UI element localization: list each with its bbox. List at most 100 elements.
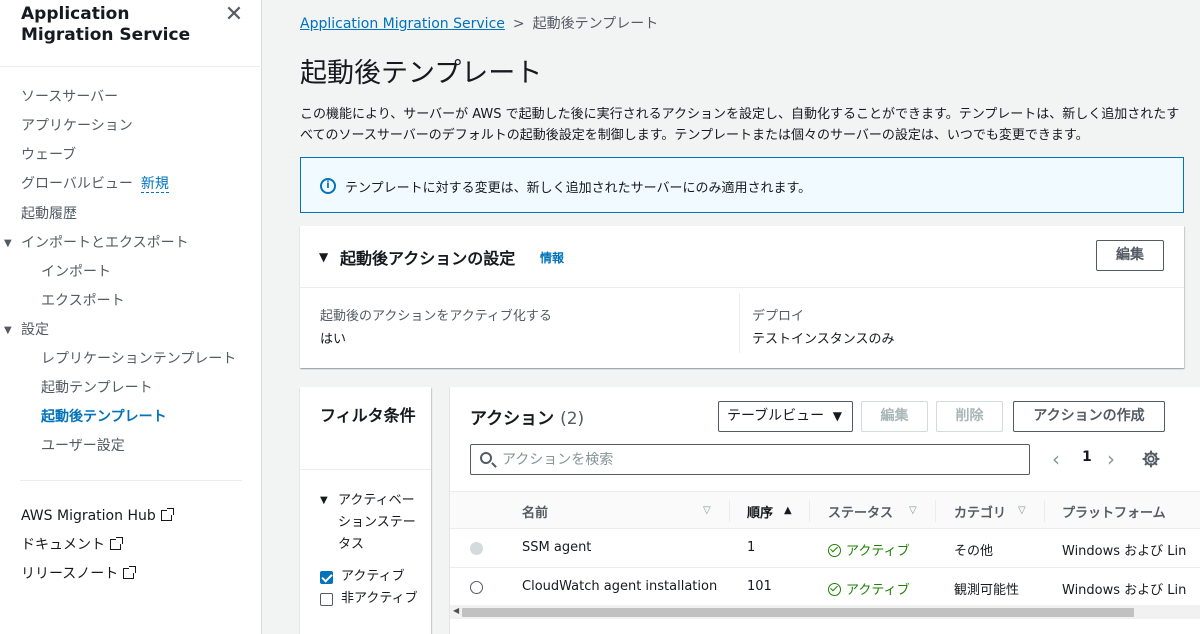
info-alert-text: テンプレートに対する変更は、新しく追加されたサーバーにのみ適用されます。 (345, 181, 812, 196)
sidebar-link-documentation[interactable]: ドキュメント (21, 536, 123, 554)
chevron-left-icon[interactable]: ‹ (1052, 447, 1060, 471)
sidebar-link-release-notes[interactable]: リリースノート (21, 565, 137, 583)
row-radio[interactable] (470, 581, 483, 594)
sidebar-item-user-settings[interactable]: ユーザー設定 (41, 437, 125, 455)
sidebar-item-replication-template[interactable]: レプリケーションテンプレート (41, 350, 236, 368)
sidebar-divider (0, 66, 262, 67)
actions-header: アクション (2) (470, 404, 584, 429)
inactive-checkbox[interactable] (320, 593, 333, 606)
column-header-name[interactable]: 名前 (522, 502, 548, 521)
sidebar-item-import-export[interactable]: インポートとエクスポート (21, 234, 189, 252)
actions-table-container: アクション (2) テーブルビュー ▼ 編集 削除 アクションの作成 ‹ 1 ›… (450, 387, 1200, 634)
filter-divider (300, 469, 431, 470)
breadcrumb-separator: > (512, 16, 525, 32)
external-link-icon (160, 508, 174, 521)
info-link[interactable]: 情報 (540, 249, 564, 266)
scrollbar-thumb[interactable] (462, 608, 1134, 617)
sort-icon[interactable]: ▽ (1018, 505, 1026, 516)
cell-status: アクティブ (828, 540, 910, 559)
sidebar-link-migration-hub[interactable]: AWS Migration Hub (21, 507, 174, 525)
sort-icon[interactable]: ▽ (703, 505, 711, 516)
sidebar-item-settings[interactable]: 設定 (21, 321, 49, 339)
view-select-value: テーブルビュー (727, 408, 825, 424)
sidebar-item-label: グローバルビュー (21, 176, 133, 192)
caret-down-icon: ▼ (832, 409, 842, 423)
edit-action-button[interactable]: 編集 (861, 401, 928, 432)
caret-down-icon[interactable]: ▼ (4, 238, 12, 249)
cell-platform: Windows および Lin (1062, 583, 1187, 598)
table-row[interactable]: CloudWatch agent installation 101 アクティブ … (450, 568, 1200, 607)
create-action-button[interactable]: アクションの作成 (1013, 401, 1165, 432)
horizontal-scrollbar[interactable]: ◀ (450, 605, 1200, 619)
gear-icon[interactable] (1142, 450, 1160, 468)
table-header-row: 名前 ▽ 順序 ▲ ステータス ▽ カテゴリ ▽ プラットフォーム (450, 491, 1200, 529)
new-badge: 新規 (140, 176, 169, 193)
breadcrumb: Application Migration Service > 起動後テンプレート (300, 13, 658, 33)
delete-action-button[interactable]: 削除 (936, 401, 1003, 432)
sidebar-item-export[interactable]: エクスポート (41, 292, 125, 310)
cell-order: 101 (747, 579, 772, 594)
field-value: テストインスタンスのみ (752, 332, 895, 347)
chevron-right-icon[interactable]: › (1107, 447, 1115, 471)
sidebar-item-source-servers[interactable]: ソースサーバー (21, 88, 118, 106)
cell-name: SSM agent (522, 540, 592, 555)
checkbox-label[interactable]: 非アクティブ (341, 588, 421, 610)
sort-icon[interactable]: ▽ (909, 505, 917, 516)
status-ok-icon (828, 544, 841, 557)
sidebar-item-applications[interactable]: アプリケーション (21, 117, 133, 135)
column-header-order[interactable]: 順序 (747, 502, 773, 521)
side-navigation: Application Migration Service ✕ ソースサーバー … (0, 0, 262, 634)
column-divider (1044, 500, 1045, 522)
column-header-category[interactable]: カテゴリ (954, 502, 1006, 521)
status-text: アクティブ (846, 583, 910, 598)
status-text: アクティブ (846, 544, 910, 559)
view-select[interactable]: テーブルビュー ▼ (718, 401, 853, 432)
cell-category: その他 (954, 544, 994, 559)
column-header-platform[interactable]: プラットフォーム (1062, 502, 1166, 521)
info-alert: i テンプレートに対する変更は、新しく追加されたサーバーにのみ適用されます。 (300, 157, 1184, 213)
search-icon (480, 452, 492, 464)
caret-down-icon[interactable]: ▼ (320, 495, 328, 506)
sidebar-link-label: ドキュメント (21, 537, 105, 553)
table-row[interactable]: SSM agent 1 アクティブ その他 Windows および Lin (450, 529, 1200, 568)
row-radio[interactable] (470, 542, 483, 555)
sort-ascending-icon[interactable]: ▲ (784, 505, 792, 516)
sidebar-item-post-launch-template[interactable]: 起動後テンプレート (41, 408, 167, 426)
external-link-icon (110, 537, 123, 550)
page-title: 起動後テンプレート (300, 58, 543, 89)
sidebar-item-import[interactable]: インポート (41, 263, 111, 281)
actions-count: (2) (560, 409, 585, 429)
search-input[interactable] (502, 445, 1022, 474)
caret-down-icon[interactable]: ▼ (319, 250, 328, 264)
page-number[interactable]: 1 (1082, 449, 1092, 465)
caret-down-icon[interactable]: ▼ (4, 325, 12, 336)
sidebar-title[interactable]: Application Migration Service (21, 4, 221, 46)
column-divider (729, 500, 730, 522)
breadcrumb-root-link[interactable]: Application Migration Service (300, 16, 505, 32)
post-launch-settings-title[interactable]: 起動後アクションの設定 (340, 245, 515, 269)
checkbox-label[interactable]: アクティブ (341, 566, 405, 588)
sidebar-divider (20, 480, 242, 481)
cell-platform: Windows および Lin (1062, 544, 1187, 559)
filter-panel: フィルタ条件 ▼ アクティベーションステータス アクティブ 非アクティブ (300, 387, 431, 634)
scroll-left-icon[interactable]: ◀ (453, 606, 459, 615)
column-divider (809, 500, 810, 522)
page-description: この機能により、サーバーが AWS で起動した後に実行されるアクションを設定し、… (300, 107, 1180, 143)
sidebar-item-launch-template[interactable]: 起動テンプレート (41, 379, 153, 397)
action-search-field[interactable] (470, 444, 1030, 475)
sidebar-item-waves[interactable]: ウェーブ (21, 146, 76, 164)
filter-group-label[interactable]: アクティベーションステータス (338, 490, 418, 556)
edit-settings-button[interactable]: 編集 (1096, 240, 1164, 271)
sidebar-item-launch-history[interactable]: 起動履歴 (21, 205, 77, 223)
field-value: はい (320, 332, 347, 347)
sidebar-link-label: AWS Migration Hub (21, 508, 156, 524)
sidebar-item-global-view[interactable]: グローバルビュー 新規 (21, 175, 169, 193)
column-header-status[interactable]: ステータス (828, 502, 893, 521)
active-checkbox[interactable] (320, 571, 333, 584)
cell-category: 観測可能性 (954, 583, 1020, 598)
container-divider (300, 287, 1184, 288)
sidebar-link-label: リリースノート (21, 566, 119, 582)
actions-title: アクション (470, 409, 555, 429)
column-divider (935, 500, 936, 522)
close-icon[interactable]: ✕ (222, 3, 246, 27)
